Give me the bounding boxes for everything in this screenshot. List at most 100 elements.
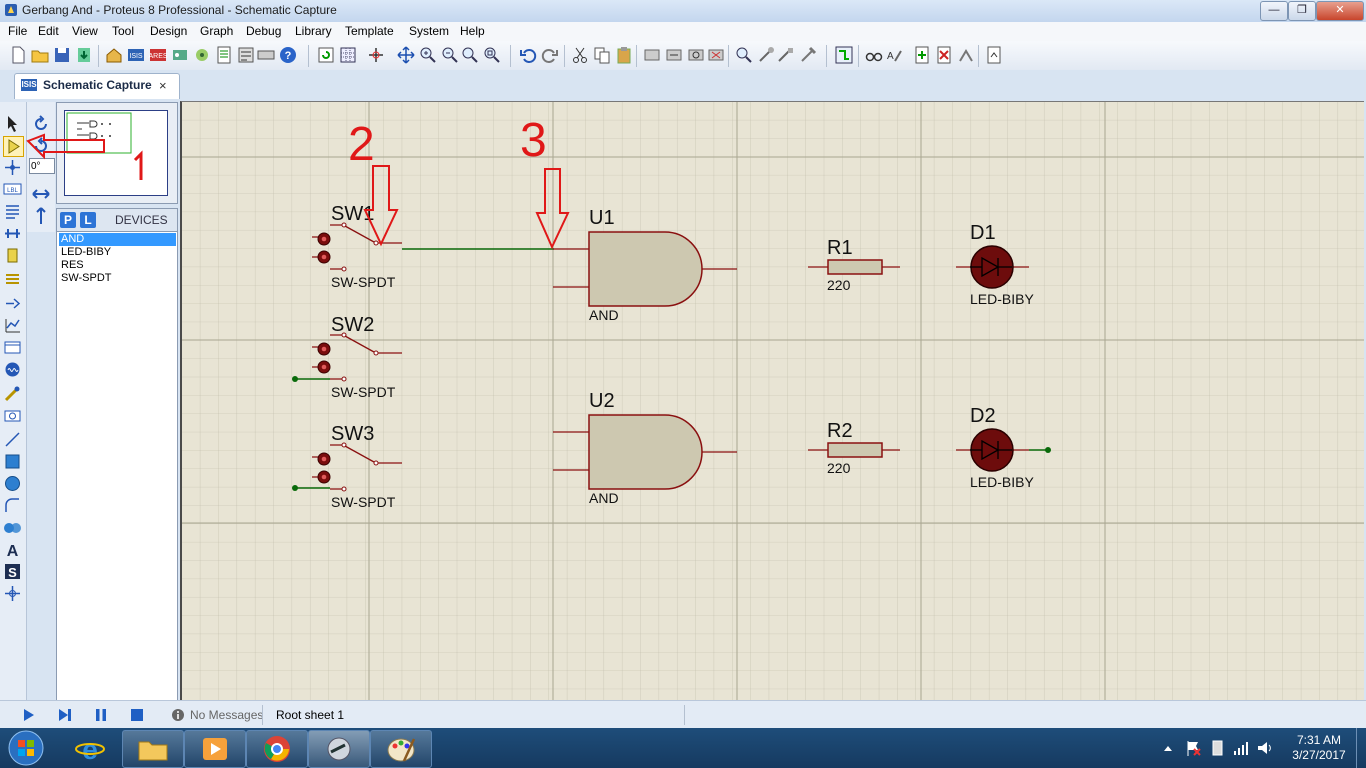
menu-file[interactable]: File (8, 24, 27, 38)
removable-device-icon[interactable] (1208, 739, 1226, 757)
tab-schematic-capture[interactable]: ISIS Schematic Capture × (14, 73, 180, 99)
play-icon[interactable] (20, 707, 36, 723)
device-item-res[interactable]: RES (59, 259, 176, 272)
new-file-icon[interactable] (8, 45, 28, 65)
design-explorer-icon[interactable] (236, 45, 256, 65)
zoom-out-icon[interactable] (440, 45, 460, 65)
generator-icon[interactable] (3, 360, 22, 379)
packaging-tool-icon[interactable] (776, 45, 796, 65)
circle-tool-icon[interactable] (3, 474, 22, 493)
device-item-led-biby[interactable]: LED-BIBY (59, 246, 176, 259)
device-item-and[interactable]: AND (59, 233, 176, 246)
menu-graph[interactable]: Graph (200, 24, 233, 38)
new-sheet-icon[interactable] (912, 45, 932, 65)
path-tool-icon[interactable] (3, 518, 22, 537)
menu-help[interactable]: Help (460, 24, 485, 38)
menu-design[interactable]: Design (150, 24, 187, 38)
network-signal-icon[interactable] (1232, 739, 1250, 757)
pick-device-button[interactable]: P (60, 212, 76, 228)
3d-view-icon[interactable] (170, 45, 190, 65)
volume-icon[interactable] (1256, 739, 1274, 757)
virtual-instrument-icon[interactable] (3, 406, 22, 425)
taskbar-clock[interactable]: 7:31 AM 3/27/2017 (1284, 733, 1354, 763)
pcb-layout-icon[interactable]: ARES (148, 45, 168, 65)
taskbar-file-explorer[interactable] (122, 730, 184, 768)
pick-device-icon[interactable] (734, 45, 754, 65)
block-delete-icon[interactable] (706, 45, 726, 65)
help-icon[interactable]: ? (278, 45, 298, 65)
schematic-canvas[interactable]: SW1 SW-SPDT SW2 SW-SPDT SW3 SW-SPDT U1 A… (180, 101, 1364, 700)
graph-mode-icon[interactable] (3, 316, 22, 335)
wire-autorouter-icon[interactable] (834, 45, 854, 65)
action-center-flag-icon[interactable] (1184, 739, 1202, 757)
pause-icon[interactable] (93, 707, 109, 723)
block-rotate-icon[interactable] (686, 45, 706, 65)
block-move-icon[interactable] (664, 45, 684, 65)
toggle-grid-icon[interactable] (338, 45, 358, 65)
vsm-studio-icon[interactable] (256, 45, 276, 65)
arc-tool-icon[interactable] (3, 496, 22, 515)
line-tool-icon[interactable] (3, 430, 22, 449)
bus-icon[interactable] (3, 224, 22, 243)
show-hidden-icons-icon[interactable] (1162, 742, 1174, 754)
menu-system[interactable]: System (409, 24, 449, 38)
paste-icon[interactable] (614, 45, 634, 65)
save-icon[interactable] (52, 45, 72, 65)
block-copy-icon[interactable] (642, 45, 662, 65)
mirror-y-icon[interactable] (31, 206, 51, 226)
tape-recorder-icon[interactable] (3, 338, 22, 357)
undo-icon[interactable] (518, 45, 538, 65)
subcircuit-icon[interactable] (3, 246, 22, 265)
menu-debug[interactable]: Debug (246, 24, 281, 38)
copy-icon[interactable] (592, 45, 612, 65)
menu-view[interactable]: View (72, 24, 98, 38)
menu-library[interactable]: Library (295, 24, 332, 38)
zoom-area-icon[interactable] (482, 45, 502, 65)
mirror-x-icon[interactable] (31, 184, 51, 204)
report-icon[interactable] (984, 45, 1004, 65)
exit-to-parent-icon[interactable] (956, 45, 976, 65)
taskbar-media-player[interactable] (184, 730, 246, 768)
decompose-icon[interactable] (798, 45, 818, 65)
property-assignment-icon[interactable]: A (884, 45, 904, 65)
origin-icon[interactable] (366, 45, 386, 65)
home-icon[interactable] (104, 45, 124, 65)
show-desktop-button[interactable] (1356, 728, 1366, 768)
box-tool-icon[interactable] (3, 452, 22, 471)
device-pins-icon[interactable] (3, 294, 22, 313)
cut-icon[interactable] (570, 45, 590, 65)
search-tag-icon[interactable] (864, 45, 884, 65)
pan-icon[interactable] (396, 45, 416, 65)
taskbar-internet-explorer[interactable]: e (60, 730, 122, 768)
remove-sheet-icon[interactable] (934, 45, 954, 65)
start-button-icon[interactable] (4, 729, 48, 767)
maximize-button[interactable]: ❐ (1288, 1, 1316, 21)
terminals-icon[interactable] (3, 270, 22, 289)
zoom-in-icon[interactable] (418, 45, 438, 65)
close-button[interactable]: ✕ (1316, 1, 1364, 21)
wire-label-icon[interactable]: LBL (3, 180, 22, 199)
status-messages[interactable]: No Messages (190, 708, 263, 722)
device-item-sw-spdt[interactable]: SW-SPDT (59, 272, 176, 285)
tab-close-icon[interactable]: × (159, 78, 167, 93)
open-folder-icon[interactable] (30, 45, 50, 65)
marker-tool-icon[interactable] (3, 584, 22, 603)
text-tool-icon[interactable]: A (3, 540, 22, 559)
gerber-icon[interactable] (192, 45, 212, 65)
symbol-tool-icon[interactable]: S (3, 562, 22, 581)
menu-template[interactable]: Template (345, 24, 394, 38)
library-manager-button[interactable]: L (80, 212, 96, 228)
step-icon[interactable] (57, 707, 73, 723)
stop-icon[interactable] (129, 707, 145, 723)
voltage-probe-icon[interactable] (3, 384, 22, 403)
redo-icon[interactable] (540, 45, 560, 65)
zoom-all-icon[interactable] (460, 45, 480, 65)
taskbar-paint[interactable] (370, 730, 432, 768)
taskbar-chrome[interactable] (246, 730, 308, 768)
bom-icon[interactable] (214, 45, 234, 65)
taskbar-proteus[interactable] (308, 730, 370, 768)
import-icon[interactable] (74, 45, 94, 65)
schematic-icon[interactable]: ISIS (126, 45, 146, 65)
menu-edit[interactable]: Edit (38, 24, 59, 38)
make-device-icon[interactable] (756, 45, 776, 65)
